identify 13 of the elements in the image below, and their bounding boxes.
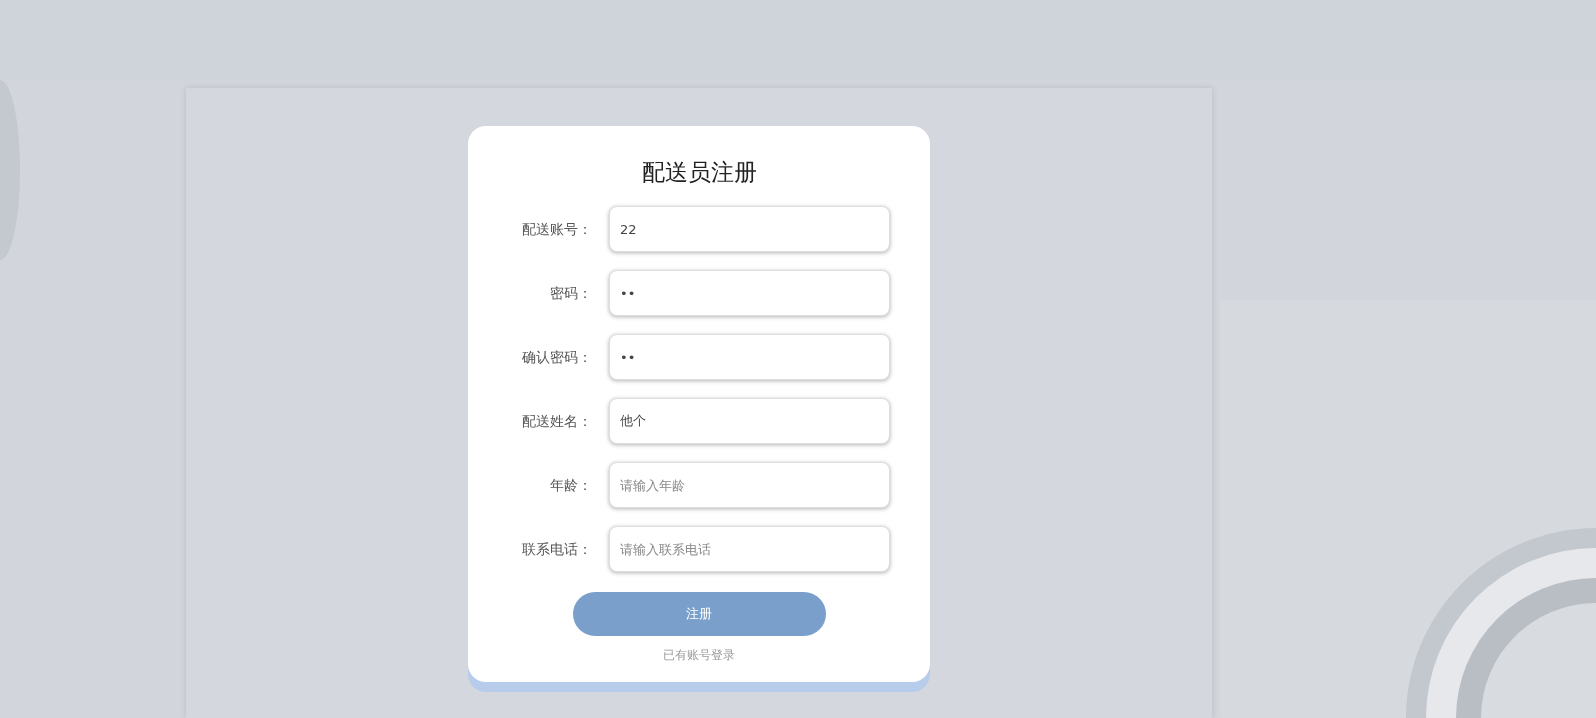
- input-field[interactable]: 请输入联系电话: [609, 526, 890, 572]
- field-label: 年龄：: [549, 475, 592, 495]
- input-field[interactable]: 22: [609, 206, 890, 252]
- field-label: 联系电话：: [521, 539, 592, 559]
- input-field[interactable]: ••: [609, 270, 890, 316]
- field-label: 密码：: [549, 283, 592, 303]
- input-field[interactable]: 他个: [609, 398, 890, 444]
- form-title: 配送员注册: [641, 158, 757, 187]
- input-field[interactable]: 请输入年龄: [609, 462, 890, 508]
- field-label: 配送姓名：: [521, 411, 592, 431]
- field-label: 确认密码：: [521, 347, 592, 367]
- input-field[interactable]: ••: [609, 334, 890, 380]
- field-label: 配送账号：: [521, 219, 592, 239]
